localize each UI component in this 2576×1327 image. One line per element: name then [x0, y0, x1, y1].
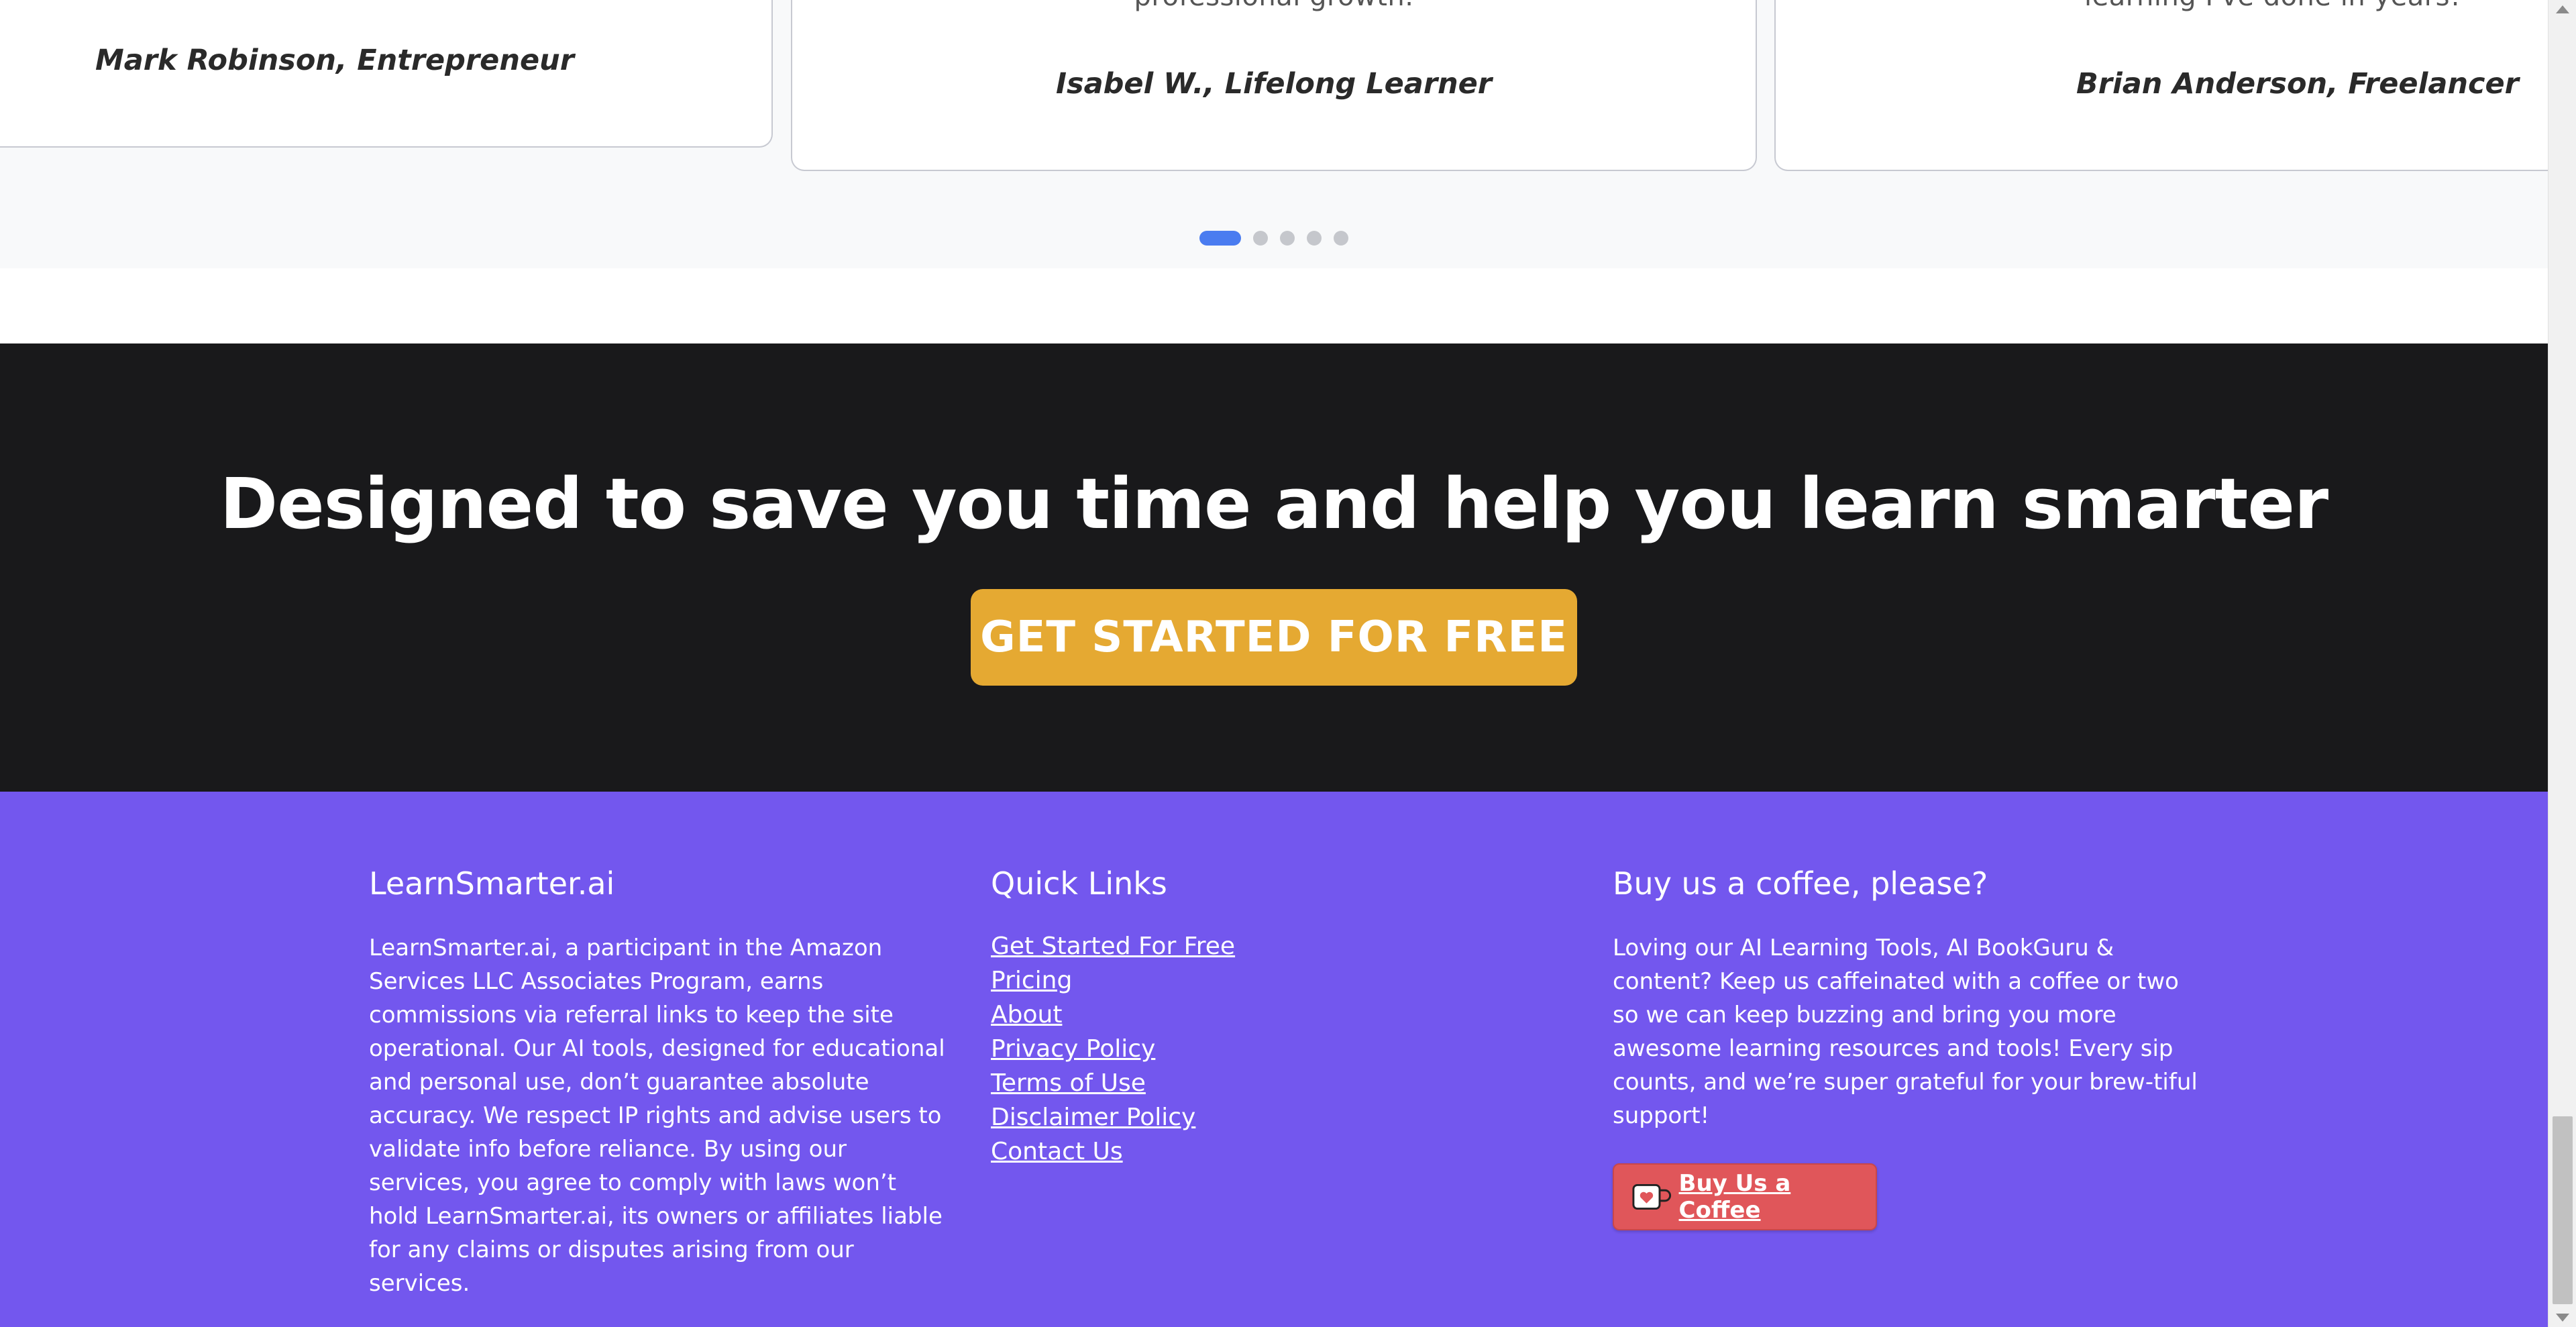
testimonial-author: Isabel W., Lifelong Learner [1055, 67, 1493, 101]
buy-coffee-label: Buy Us a Coffee [1678, 1170, 1791, 1224]
carousel-dot-4[interactable] [1307, 231, 1322, 246]
scroll-down-arrow-icon[interactable] [2556, 1314, 2569, 1322]
footer-about-title: LearnSmarter.ai [369, 865, 615, 902]
coffee-cup-icon [1632, 1183, 1671, 1210]
footer-link-about[interactable]: About [991, 1001, 1062, 1028]
footer-coffee-text: Loving our AI Learning Tools, AI BookGur… [1613, 935, 2198, 1129]
testimonial-author: Mark Robinson, Entrepreneur [95, 44, 574, 77]
footer-link-pricing[interactable]: Pricing [991, 967, 1072, 994]
footer-link-privacy[interactable]: Privacy Policy [991, 1035, 1155, 1063]
footer-link-terms[interactable]: Terms of Use [991, 1069, 1146, 1097]
carousel-dot-5[interactable] [1334, 231, 1348, 246]
scrollbar-thumb[interactable] [2553, 1116, 2573, 1304]
carousel-pagination [1199, 231, 1348, 246]
testimonial-author: Brian Anderson, Freelancer [2076, 67, 2519, 101]
quick-links-list: Get Started For Free Pricing About Priva… [991, 931, 1568, 1171]
footer-quick-links-title: Quick Links [991, 865, 1167, 902]
testimonial-quote: professional growth. [792, 0, 1756, 12]
footer-quick-links: Quick Links Get Started For Free Pricing… [991, 865, 1568, 1171]
footer-link-get-started[interactable]: Get Started For Free [991, 933, 1235, 960]
page: Mark Robinson, Entrepreneur professional… [0, 0, 2548, 1327]
footer: LearnSmarter.ai LearnSmarter.ai, a parti… [0, 792, 2548, 1327]
testimonial-quote: learning I've done in years! [2084, 0, 2461, 12]
testimonial-card: learning I've done in years! Brian Ander… [1774, 0, 2548, 171]
testimonial-card: professional growth. Isabel W., Lifelong… [791, 0, 1757, 171]
footer-link-contact[interactable]: Contact Us [991, 1138, 1123, 1165]
footer-coffee-title: Buy us a coffee, please? [1613, 865, 1988, 902]
cta-section: Designed to save you time and help you l… [0, 343, 2548, 792]
footer-about-text: LearnSmarter.ai, a participant in the Am… [369, 935, 945, 1297]
carousel-dot-1[interactable] [1199, 231, 1241, 246]
footer-link-disclaimer[interactable]: Disclaimer Policy [991, 1104, 1195, 1131]
footer-coffee: Buy us a coffee, please? Loving our AI L… [1613, 865, 2203, 1230]
buy-coffee-button[interactable]: Buy Us a Coffee [1613, 1163, 1877, 1230]
get-started-button[interactable]: GET STARTED FOR FREE [971, 589, 1577, 686]
footer-about: LearnSmarter.ai LearnSmarter.ai, a parti… [369, 865, 946, 1300]
carousel-dot-3[interactable] [1280, 231, 1295, 246]
testimonial-card: Mark Robinson, Entrepreneur [0, 0, 773, 148]
scroll-up-arrow-icon[interactable] [2556, 5, 2569, 13]
vertical-scrollbar[interactable] [2548, 0, 2576, 1327]
section-spacer [0, 268, 2548, 343]
carousel-dot-2[interactable] [1253, 231, 1268, 246]
cta-title: Designed to save you time and help you l… [219, 463, 2328, 545]
